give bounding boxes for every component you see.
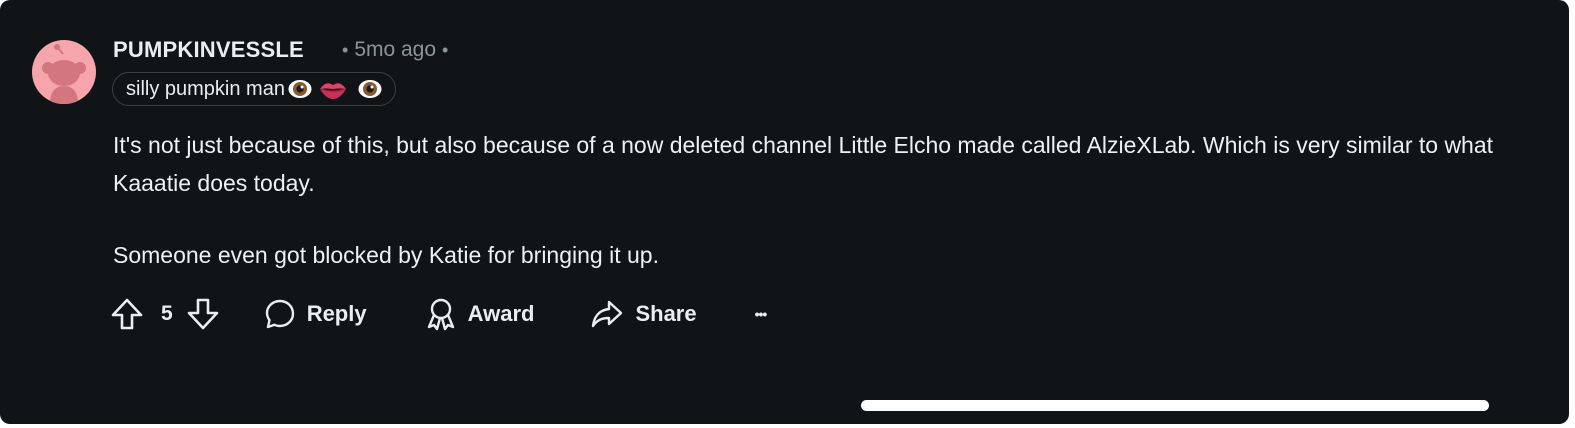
vote-count: 5 bbox=[161, 302, 173, 325]
flair-text: silly pumpkin man bbox=[126, 77, 285, 100]
downvote-button[interactable] bbox=[186, 297, 220, 331]
comment-meta: • 5mo ago • bbox=[336, 38, 454, 62]
ellipsis-icon: ••• bbox=[754, 306, 768, 322]
upvote-button[interactable] bbox=[110, 297, 144, 331]
separator-dot: • bbox=[342, 40, 349, 60]
comment-author[interactable]: PUMPKINVESSLE bbox=[113, 37, 304, 63]
comment-paragraph: Someone even got blocked by Katie for br… bbox=[113, 242, 659, 268]
share-button[interactable]: Share bbox=[590, 298, 697, 330]
comment-bubble-icon bbox=[265, 299, 294, 329]
more-options-button[interactable]: ••• bbox=[754, 306, 768, 322]
comment-paragraph: It's not just because of this, but also … bbox=[113, 132, 1494, 196]
comment-age: 5mo ago bbox=[354, 38, 437, 61]
comment-panel: PUMPKINVESSLE • 5mo ago • silly pumpkin ma… bbox=[0, 0, 1569, 424]
separator-dot: • bbox=[442, 40, 449, 60]
horizontal-scrollbar[interactable] bbox=[861, 400, 1489, 411]
eye-emoji-icon bbox=[357, 76, 383, 102]
avatar[interactable] bbox=[32, 40, 96, 104]
reply-button[interactable]: Reply bbox=[264, 298, 367, 330]
share-arrow-icon bbox=[592, 300, 623, 328]
award-button[interactable]: Award bbox=[425, 297, 535, 331]
lips-emoji-icon bbox=[318, 76, 348, 102]
award-label: Award bbox=[467, 301, 535, 326]
comment-body: It's not just because of this, but also … bbox=[113, 126, 1533, 274]
snoo-avatar-icon bbox=[42, 44, 86, 104]
eye-emoji-icon bbox=[287, 76, 313, 102]
award-ribbon-icon bbox=[427, 298, 454, 331]
comment-action-bar: 5 Reply Award Share ••• bbox=[110, 294, 768, 334]
downvote-arrow-icon bbox=[187, 298, 218, 330]
upvote-arrow-icon bbox=[111, 298, 143, 330]
share-label: Share bbox=[635, 301, 697, 326]
reply-label: Reply bbox=[306, 301, 367, 326]
user-flair: silly pumpkin man bbox=[112, 72, 396, 106]
